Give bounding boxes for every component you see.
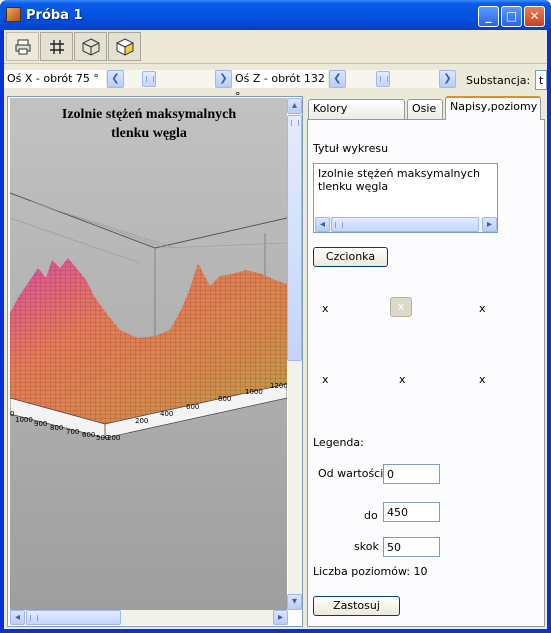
substance-label: Substancja: [466,74,531,87]
title-bar[interactable]: Próba 1 _ □ ✕ [0,0,551,30]
scroll-right-arrow[interactable]: ▸ [273,610,288,625]
x-tick-2: 900 [34,420,47,428]
vertical-scroll-thumb[interactable] [287,115,302,361]
tab-surface-colors[interactable]: Kolory powierzchni [308,99,405,133]
y-tick-2: 600 [186,403,199,411]
scroll-down-arrow[interactable]: ▾ [287,594,302,610]
x-tick-5: 600 [82,431,95,439]
tab-labels-levels[interactable]: Napisy,poziomy [445,96,541,120]
settings-panel: Kolory powierzchni Osie Napisy,poziomy T… [307,96,545,627]
scroll-up-arrow[interactable]: ▴ [287,98,302,114]
chart-title-textarea[interactable]: Izolnie stężeń maksymalnych tlenku węgla… [313,163,498,233]
grid-icon [49,40,64,54]
scroll-left-arrow[interactable]: ◂ [10,610,25,625]
wireframe-box-icon [82,38,99,56]
x-tick-0: 0 [10,410,14,418]
maximize-button[interactable]: □ [501,6,522,27]
x-rotation-slider[interactable] [124,70,215,88]
step-label: skok [354,540,379,553]
x-rotation-left-arrow[interactable]: ❮ [107,70,124,88]
shaded-box-icon [115,38,134,56]
z-rotation-left-arrow[interactable]: ❮ [329,70,346,88]
textarea-scroll-thumb[interactable] [331,217,479,232]
close-button[interactable]: ✕ [524,6,545,27]
toolbar [4,30,547,64]
y-tick-4: 1000 [245,388,263,396]
settings-tabs: Kolory powierzchni Osie Napisy,poziomy [307,96,545,133]
x-tick-4: 700 [66,428,79,436]
plot-frame: Izolnie stężeń maksymalnych tlenku węgla [7,96,303,627]
app-icon [6,7,21,22]
horizontal-scroll-thumb[interactable] [26,610,121,625]
from-value-label: Od wartości [318,467,384,480]
application-window: Próba 1 _ □ ✕ Oś X - obrót 75 ° ❮ ❯ Oś Z… [0,0,551,633]
y-tick-5: 1200 [270,382,287,390]
wireframe-view-button[interactable] [74,32,107,61]
printer-icon [15,39,30,55]
plot-title-line1: Izolnie stężeń maksymalnych [62,107,236,122]
y-tick-3: 800 [218,395,231,403]
plot-vertical-scrollbar[interactable]: ▴ ▾ [287,98,302,610]
y-tick-0: 200 [135,417,148,425]
to-value-field[interactable]: 450 [383,502,440,522]
textarea-horizontal-scrollbar[interactable]: ◂ ▸ [315,217,497,232]
position-marker[interactable]: x [479,373,486,386]
position-marker[interactable]: x [322,373,329,386]
x-tick-3: 800 [50,424,63,432]
legend-label: Legenda: [313,436,364,449]
surface-plot[interactable]: Izolnie stężeń maksymalnych tlenku węgla [10,98,287,610]
z-rotation-label: Oś Z - obrót 132 ° [232,70,328,103]
position-marker[interactable]: x [479,302,486,315]
step-field[interactable]: 50 [383,537,440,557]
levels-count-text: Liczba poziomów: 10 [313,565,428,578]
x-rotation-right-arrow[interactable]: ❯ [215,70,232,88]
client-area: Oś X - obrót 75 ° ❮ ❯ Oś Z - obrót 132 °… [4,30,547,629]
x-rotation-label: Oś X - obrót 75 ° [4,70,106,88]
y-tick-1: 400 [160,410,173,418]
apply-button[interactable]: Zastosuj [313,596,400,616]
grid-button[interactable] [40,32,73,61]
from-value-field[interactable]: 0 [383,464,440,484]
shaded-view-button[interactable] [108,32,141,61]
plot-title-line2: tlenku węgla [111,126,187,141]
x-rotation-thumb[interactable] [142,71,156,87]
substance-select[interactable]: t [535,70,547,90]
surface-plot-svg: Izolnie stężeń maksymalnych tlenku węgla [10,98,287,610]
chart-title-label: Tytuł wykresu [313,142,389,155]
textarea-scroll-right[interactable]: ▸ [482,217,497,232]
position-marker[interactable]: x [322,302,329,315]
rotation-controls: Oś X - obrót 75 ° ❮ ❯ Oś Z - obrót 132 °… [4,66,547,103]
tab-axes[interactable]: Osie [407,99,443,119]
chart-title-text: Izolnie stężeń maksymalnych tlenku węgla [318,167,480,193]
position-marker[interactable]: x [399,373,406,386]
z-rotation-thumb[interactable] [376,71,390,87]
print-button[interactable] [6,32,39,61]
z-rotation-right-arrow[interactable]: ❯ [439,70,456,88]
selected-position-button[interactable]: x [390,297,412,317]
textarea-scroll-left[interactable]: ◂ [315,217,330,232]
plot-horizontal-scrollbar[interactable]: ◂ ▸ [10,610,288,625]
x-tick-1: 1000 [15,416,33,424]
x-tick-7: 200 [107,434,120,442]
to-value-label: do [364,509,378,522]
labels-levels-tab-content: Tytuł wykresu Izolnie stężeń maksymalnyc… [307,119,545,627]
window-title: Próba 1 [26,8,83,23]
z-rotation-slider[interactable] [346,70,439,88]
minimize-button[interactable]: _ [478,6,499,27]
font-button[interactable]: Czcionka [313,247,388,267]
